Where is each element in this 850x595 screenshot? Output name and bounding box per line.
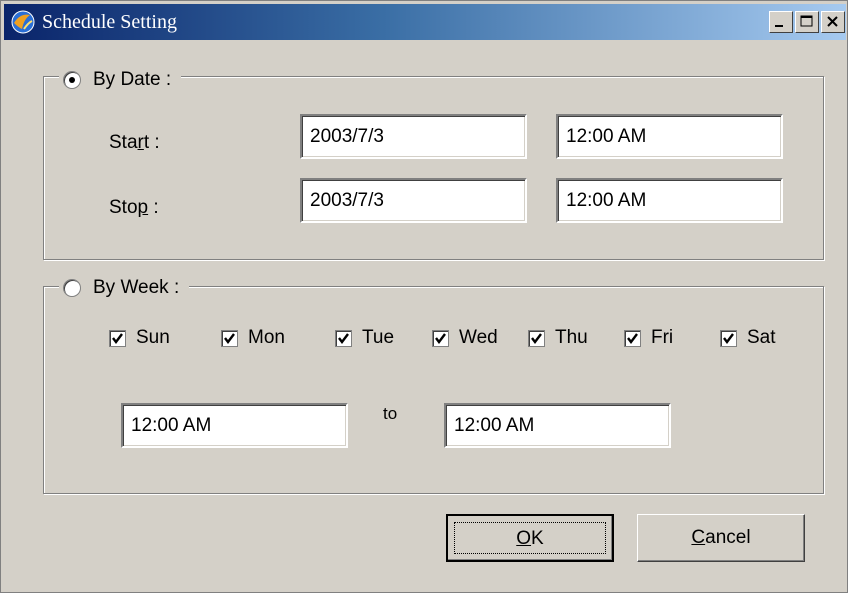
check-icon [531,332,542,344]
day-checkbox-wed[interactable]: Wed [432,327,498,349]
stop-date-field[interactable]: 2003/7/3 [300,178,527,223]
start-time-field[interactable]: 12:00 AM [556,114,783,159]
checkbox[interactable] [432,329,449,347]
close-button[interactable] [821,11,845,33]
maximize-icon [800,15,813,27]
app-globe-icon [11,10,35,34]
by-week-label: By Week : [93,277,180,298]
checkbox[interactable] [221,329,238,347]
day-label: Sat [747,327,776,348]
by-date-radio[interactable] [63,71,81,89]
day-checkbox-sat[interactable]: Sat [720,327,776,349]
checkbox[interactable] [528,329,545,347]
stop-time-field[interactable]: 12:00 AM [556,178,783,223]
day-label: Thu [555,327,588,348]
check-icon [435,332,446,344]
day-checkbox-mon[interactable]: Mon [221,327,285,349]
week-to-time-field[interactable]: 12:00 AM [444,403,671,448]
week-from-time-field[interactable]: 12:00 AM [121,403,348,448]
day-label: Tue [362,327,395,348]
check-icon [112,332,123,344]
day-label: Mon [248,327,285,348]
start-label: Start : [109,132,160,153]
minimize-icon [775,25,783,27]
day-checkbox-tue[interactable]: Tue [335,327,394,349]
checkbox[interactable] [720,329,737,347]
ok-button[interactable]: OK [446,514,614,562]
title-bar[interactable]: Schedule Setting [4,4,846,40]
day-label: Sun [136,327,170,348]
check-icon [224,332,235,344]
maximize-button[interactable] [795,11,819,33]
checkbox[interactable] [335,329,352,347]
day-checkbox-fri[interactable]: Fri [624,327,673,349]
by-date-label: By Date : [93,69,172,90]
cancel-button[interactable]: Cancel [637,514,805,562]
day-label: Wed [459,327,498,348]
close-icon [827,16,838,27]
by-week-group [43,286,824,494]
focus-rect [454,522,606,554]
checkbox[interactable] [624,329,641,347]
schedule-setting-dialog: Schedule Setting By Date : Start : 2003/… [0,0,848,593]
day-checkbox-thu[interactable]: Thu [528,327,588,349]
stop-label: Stop : [109,197,159,218]
check-icon [627,332,638,344]
day-label: Fri [651,327,674,348]
minimize-button[interactable] [769,11,793,33]
by-week-option[interactable]: By Week : [59,275,190,301]
to-label: to [383,404,398,423]
by-date-group [43,76,824,260]
check-icon [723,332,734,344]
day-checkbox-sun[interactable]: Sun [109,327,170,349]
by-date-option[interactable]: By Date : [59,67,182,93]
window-title: Schedule Setting [42,11,177,33]
start-date-field[interactable]: 2003/7/3 [300,114,527,159]
check-icon [338,332,349,344]
by-week-radio[interactable] [63,279,81,297]
checkbox[interactable] [109,329,126,347]
